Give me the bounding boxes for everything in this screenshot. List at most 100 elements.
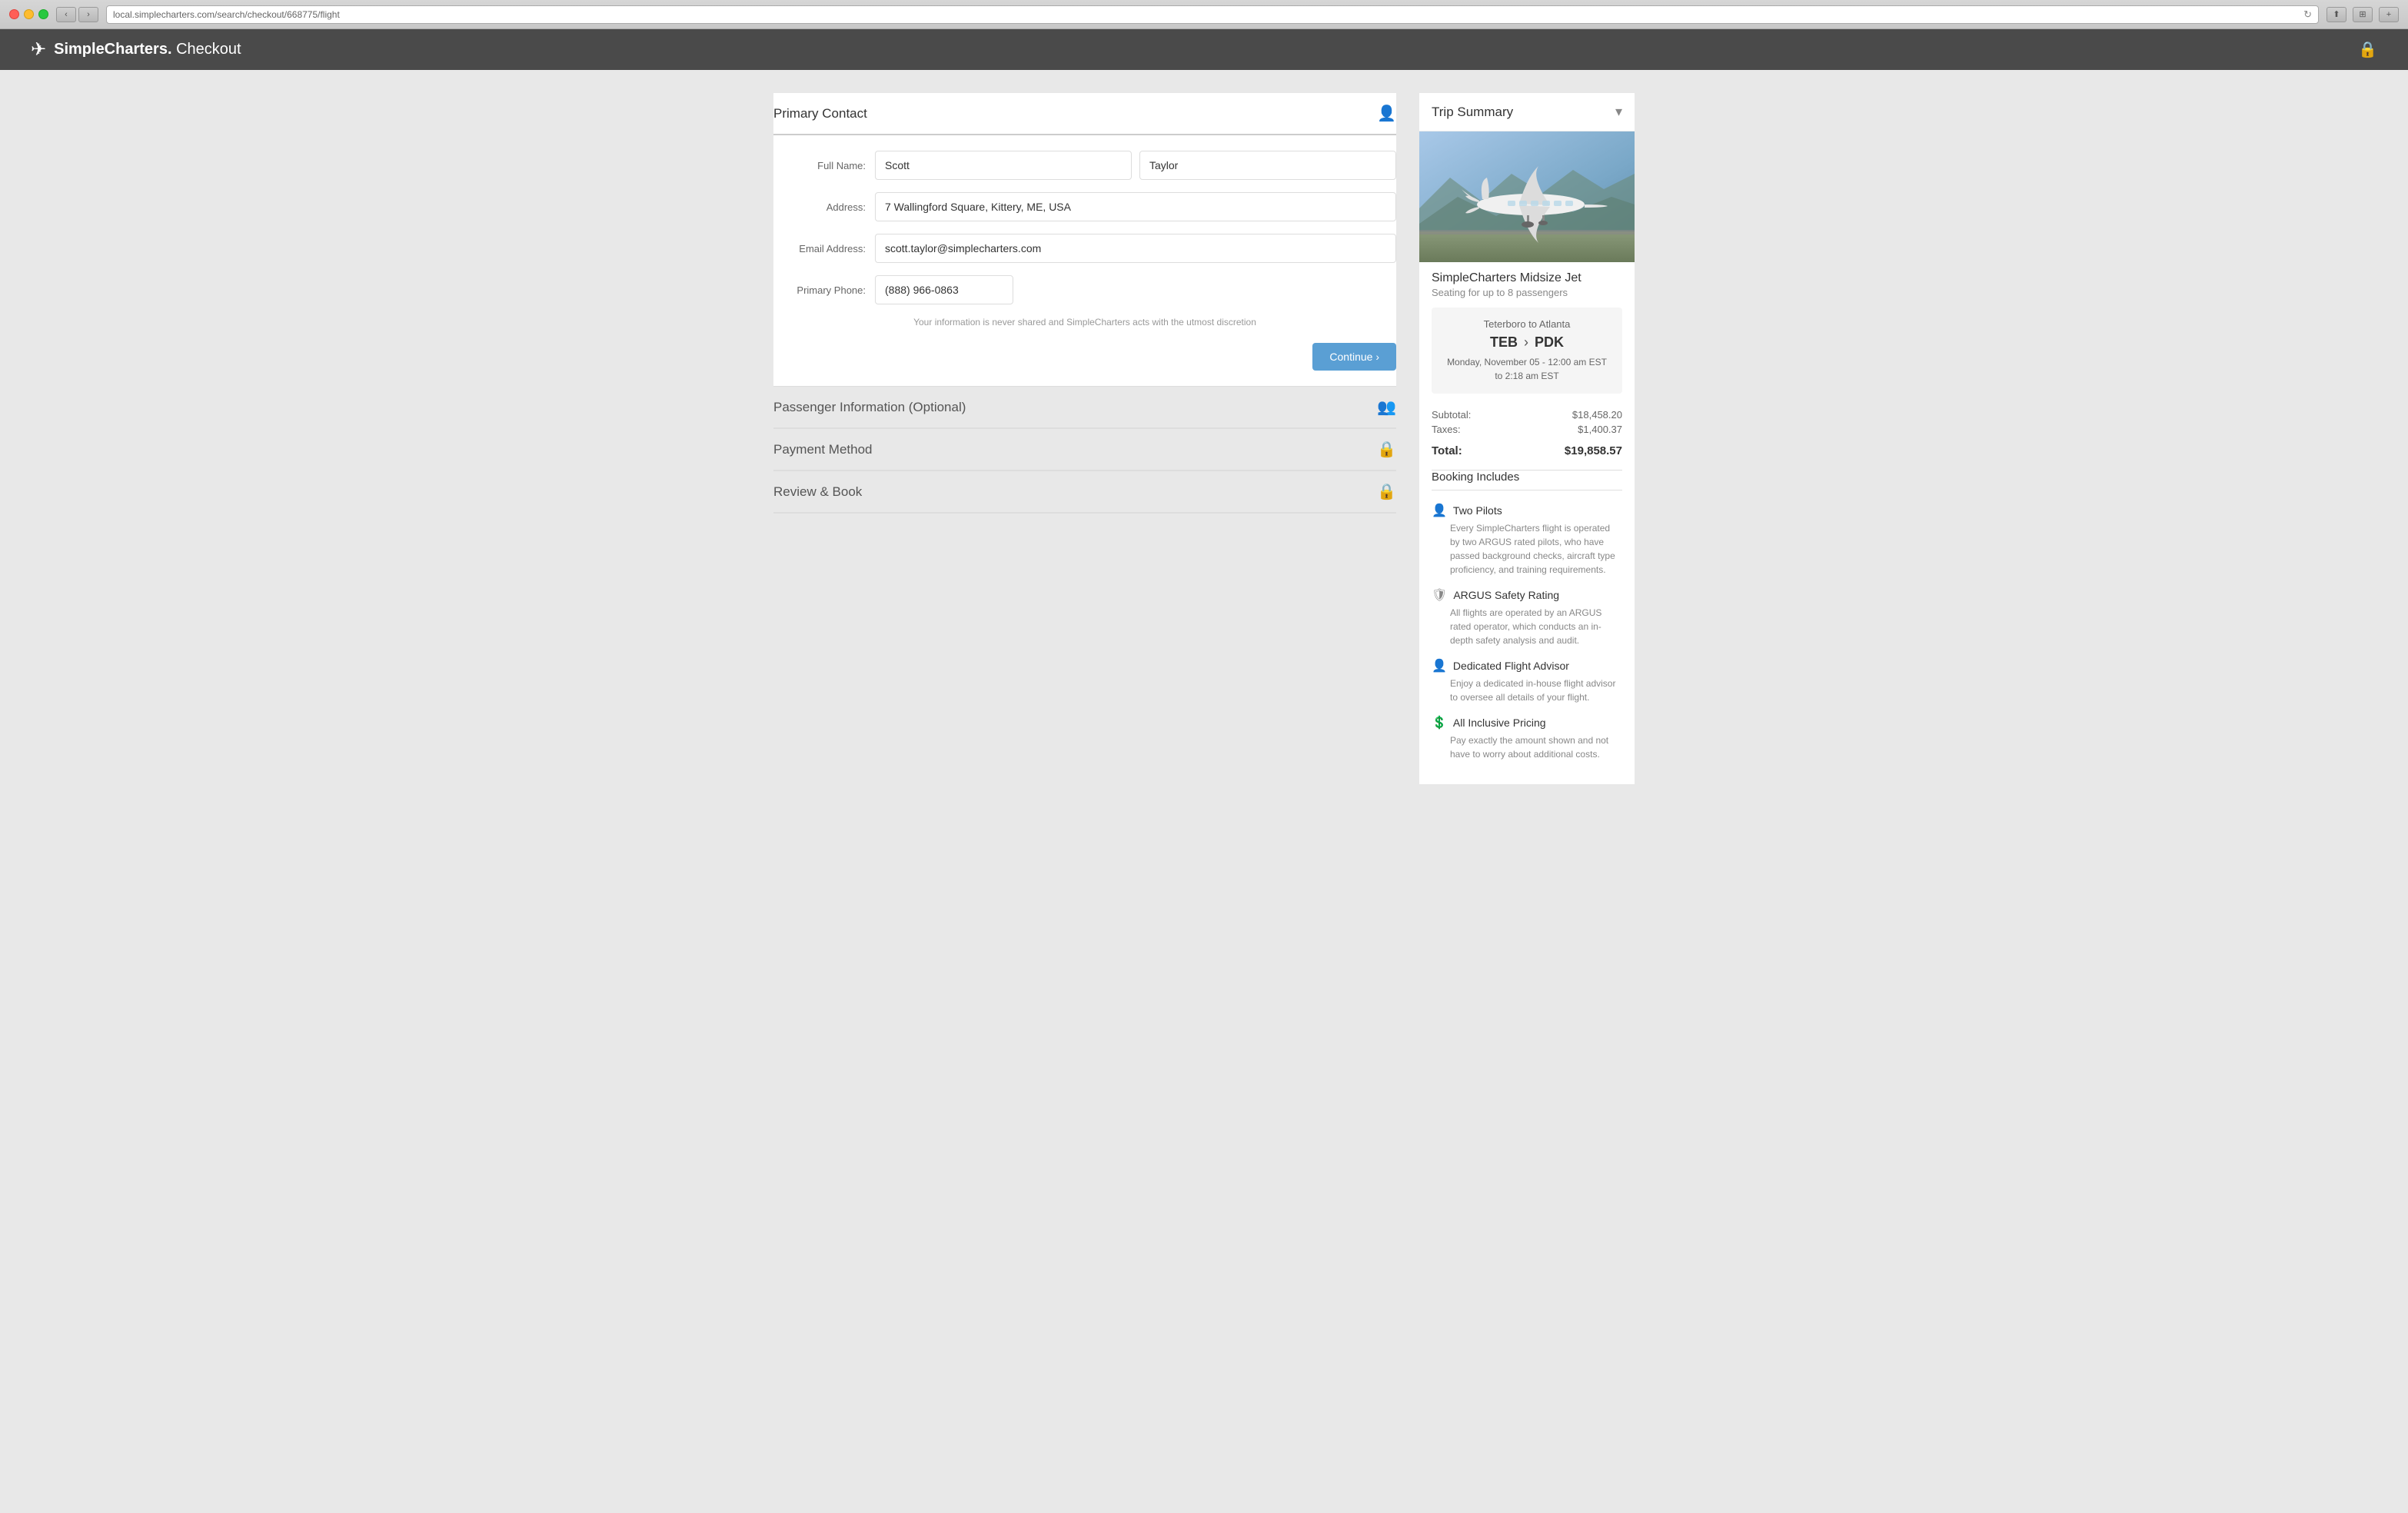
- flight-datetime: Monday, November 05 - 12:00 am EST to 2:…: [1442, 355, 1611, 383]
- url-bar[interactable]: local.simplecharters.com/search/checkout…: [106, 5, 2319, 24]
- booking-item-argus: 🛡 ARGUS Safety Rating All flights are op…: [1432, 587, 1622, 647]
- continue-button[interactable]: Continue ›: [1312, 343, 1396, 371]
- new-tab-button[interactable]: ⊞: [2353, 7, 2373, 22]
- minimize-button[interactable]: [24, 9, 34, 19]
- divider-4: [773, 513, 1396, 514]
- email-row: Email Address:: [773, 234, 1396, 263]
- review-book-title: Review & Book: [773, 484, 862, 500]
- full-name-label: Full Name:: [773, 160, 866, 171]
- dest-code: PDK: [1535, 334, 1564, 351]
- inclusive-pricing-title: All Inclusive Pricing: [1453, 717, 1546, 729]
- booking-item-pricing: 💲 All Inclusive Pricing Pay exactly the …: [1432, 715, 1622, 761]
- add-tab-button[interactable]: +: [2379, 7, 2399, 22]
- inclusive-pricing-icon: 💲: [1432, 715, 1447, 730]
- subtotal-label: Subtotal:: [1432, 409, 1471, 421]
- phone-field[interactable]: [875, 275, 1013, 304]
- left-column: Primary Contact 👤 Full Name: Address:: [773, 93, 1396, 784]
- address-label: Address:: [773, 201, 866, 213]
- primary-contact-title: Primary Contact: [773, 106, 867, 121]
- trip-summary-header[interactable]: Trip Summary ▾: [1419, 93, 1635, 131]
- passenger-info-title: Passenger Information (Optional): [773, 400, 966, 415]
- argus-desc: All flights are operated by an ARGUS rat…: [1432, 606, 1622, 647]
- taxes-row: Taxes: $1,400.37: [1432, 424, 1622, 435]
- review-book-section[interactable]: Review & Book 🔒: [773, 471, 1396, 513]
- review-lock-icon: 🔒: [1377, 482, 1396, 501]
- phone-label: Primary Phone:: [773, 284, 866, 296]
- email-label: Email Address:: [773, 243, 866, 254]
- email-field[interactable]: [875, 234, 1396, 263]
- last-name-field[interactable]: [1139, 151, 1396, 180]
- advisor-desc: Enjoy a dedicated in-house flight adviso…: [1432, 677, 1622, 704]
- jet-name: SimpleCharters Midsize Jet: [1419, 262, 1635, 287]
- subtotal-value: $18,458.20: [1572, 409, 1622, 421]
- argus-title: ARGUS Safety Rating: [1453, 589, 1559, 601]
- trip-summary: Trip Summary ▾: [1419, 93, 1635, 784]
- app-title: SimpleCharters. Checkout: [54, 41, 241, 58]
- payment-lock-icon: 🔒: [1377, 440, 1396, 459]
- phone-row: Primary Phone:: [773, 275, 1396, 304]
- app-header: ✈ SimpleCharters. Checkout 🔒: [0, 29, 2408, 70]
- booking-item-pilots: 👤 Two Pilots Every SimpleCharters flight…: [1432, 503, 1622, 577]
- booking-item-advisor-header: 👤 Dedicated Flight Advisor: [1432, 658, 1622, 673]
- address-field[interactable]: [875, 192, 1396, 221]
- url-text: local.simplecharters.com/search/checkout…: [113, 9, 340, 20]
- browser-actions: ⬆ ⊞ +: [2327, 7, 2399, 22]
- full-name-row: Full Name:: [773, 151, 1396, 180]
- first-name-field[interactable]: [875, 151, 1132, 180]
- subtotal-row: Subtotal: $18,458.20: [1432, 409, 1622, 421]
- privacy-note: Your information is never shared and Sim…: [773, 317, 1396, 328]
- pilots-title: Two Pilots: [1453, 504, 1502, 517]
- logo-icon: ✈: [31, 38, 46, 61]
- flight-route-text: Teterboro to Atlanta: [1442, 318, 1611, 330]
- contact-form: Full Name: Address: Email Address:: [773, 135, 1396, 386]
- reload-icon[interactable]: ↻: [2303, 8, 2312, 21]
- forward-button[interactable]: ›: [78, 7, 98, 22]
- advisor-title: Dedicated Flight Advisor: [1453, 660, 1569, 672]
- origin-code: TEB: [1490, 334, 1518, 351]
- booking-item-pilots-header: 👤 Two Pilots: [1432, 503, 1622, 518]
- back-button[interactable]: ‹: [56, 7, 76, 22]
- payment-method-title: Payment Method: [773, 442, 873, 457]
- booking-includes: Booking Includes 👤 Two Pilots Every Simp…: [1419, 471, 1635, 784]
- header-lock-icon: 🔒: [2358, 40, 2377, 59]
- total-value: $19,858.57: [1565, 444, 1622, 457]
- booking-item-advisor: 👤 Dedicated Flight Advisor Enjoy a dedic…: [1432, 658, 1622, 704]
- app-logo: ✈ SimpleCharters. Checkout: [31, 38, 241, 61]
- browser-nav: ‹ ›: [56, 7, 98, 22]
- inclusive-pricing-desc: Pay exactly the amount shown and not hav…: [1432, 733, 1622, 761]
- booking-item-pricing-header: 💲 All Inclusive Pricing: [1432, 715, 1622, 730]
- pilots-desc: Every SimpleCharters flight is operated …: [1432, 521, 1622, 577]
- right-column: Trip Summary ▾: [1419, 93, 1635, 784]
- address-row: Address:: [773, 192, 1396, 221]
- pilots-icon: 👤: [1432, 503, 1447, 518]
- taxes-value: $1,400.37: [1578, 424, 1622, 435]
- maximize-button[interactable]: [38, 9, 48, 19]
- passenger-info-section[interactable]: Passenger Information (Optional) 👥: [773, 387, 1396, 428]
- advisor-icon: 👤: [1432, 658, 1447, 673]
- trip-summary-toggle-icon[interactable]: ▾: [1615, 104, 1622, 120]
- continue-row: Continue ›: [773, 340, 1396, 371]
- primary-contact-header[interactable]: Primary Contact 👤: [773, 93, 1396, 135]
- share-button[interactable]: ⬆: [2327, 7, 2346, 22]
- full-name-inputs: [875, 151, 1396, 180]
- trip-summary-title: Trip Summary: [1432, 105, 1513, 120]
- booking-includes-title: Booking Includes: [1432, 471, 1622, 490]
- primary-contact-section: Primary Contact 👤 Full Name: Address:: [773, 93, 1396, 386]
- close-button[interactable]: [9, 9, 19, 19]
- payment-method-section[interactable]: Payment Method 🔒: [773, 429, 1396, 471]
- total-row: Total: $19,858.57: [1432, 440, 1622, 457]
- booking-item-argus-header: 🛡 ARGUS Safety Rating: [1432, 587, 1622, 603]
- flight-codes: TEB › PDK: [1442, 334, 1611, 351]
- pricing-section: Subtotal: $18,458.20 Taxes: $1,400.37 To…: [1419, 403, 1635, 470]
- plane-image: [1419, 131, 1635, 262]
- total-label: Total:: [1432, 444, 1462, 457]
- flight-arrow-icon: ›: [1524, 334, 1528, 351]
- browser-chrome: ‹ › local.simplecharters.com/search/chec…: [0, 0, 2408, 29]
- jet-capacity: Seating for up to 8 passengers: [1419, 287, 1635, 308]
- taxes-label: Taxes:: [1432, 424, 1461, 435]
- argus-icon: 🛡: [1432, 587, 1447, 603]
- passenger-icon: 👥: [1377, 397, 1396, 417]
- flight-info-box: Teterboro to Atlanta TEB › PDK Monday, N…: [1432, 308, 1622, 394]
- traffic-lights: [9, 9, 48, 19]
- contact-icon: 👤: [1377, 104, 1396, 123]
